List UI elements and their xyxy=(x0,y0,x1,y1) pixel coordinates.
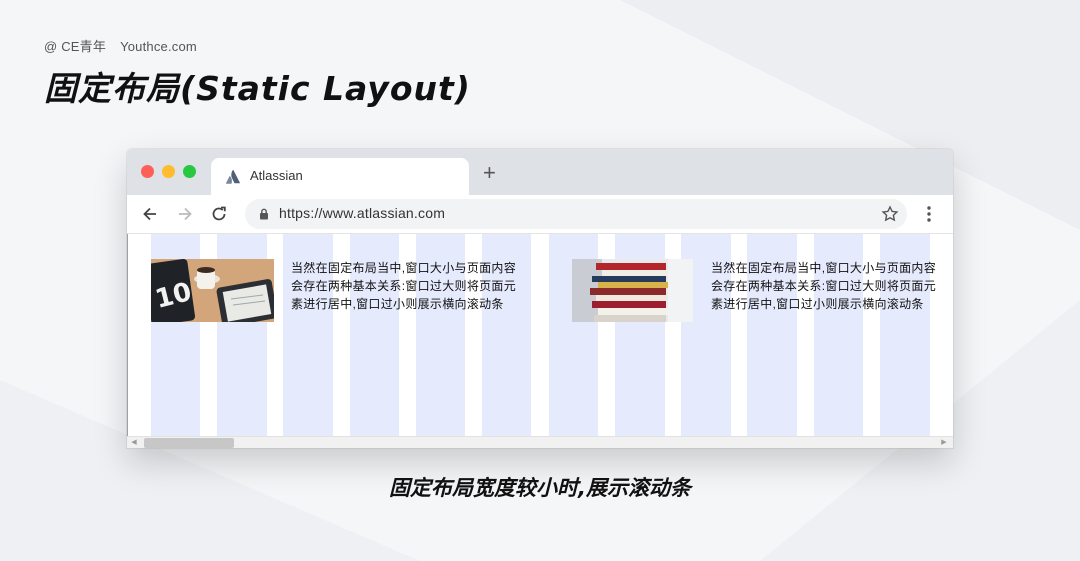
star-icon[interactable] xyxy=(881,205,899,223)
page-title: 固定布局(Static Layout) xyxy=(44,69,471,108)
horizontal-scrollbar[interactable]: ◀ ▶ xyxy=(127,436,953,448)
card-image-books xyxy=(572,259,695,322)
maximize-window-button[interactable] xyxy=(183,165,196,178)
url-text: https://www.atlassian.com xyxy=(279,205,446,221)
minimize-window-button[interactable] xyxy=(162,165,175,178)
card-text-line: 当然在固定布局当中,窗口大小与页面内容 xyxy=(291,261,517,275)
page-viewport: 10 当然在固定布局当中,窗口大小与页面内容 会存在两种基本关系:窗口过大则将页… xyxy=(127,234,953,436)
forward-button[interactable] xyxy=(174,203,196,225)
lock-icon xyxy=(260,208,268,220)
browser-toolbar: https://www.atlassian.com xyxy=(127,195,953,234)
back-arrow-icon xyxy=(143,207,156,221)
atlassian-logo-icon xyxy=(225,169,240,184)
credit-line: @ CE青年 Youthce.com xyxy=(44,36,197,55)
card-text-line: 当然在固定布局当中,窗口大小与页面内容 xyxy=(711,261,937,275)
address-bar[interactable]: https://www.atlassian.com xyxy=(245,199,907,229)
scroll-left-icon[interactable]: ◀ xyxy=(129,438,139,448)
tab-bar: Atlassian + xyxy=(127,149,953,195)
kebab-menu-icon[interactable] xyxy=(919,204,939,224)
tab-title: Atlassian xyxy=(250,168,303,183)
card-text: 当然在固定布局当中,窗口大小与页面内容 会存在两种基本关系:窗口过大则将页面元 … xyxy=(711,259,936,313)
card-text-line: 素进行居中,窗口过小则展示横向滚动条 xyxy=(711,297,924,311)
scrollbar-thumb[interactable] xyxy=(144,438,234,448)
credit-author: @ CE青年 xyxy=(44,39,107,54)
forward-arrow-icon xyxy=(179,207,192,221)
reload-button[interactable] xyxy=(208,203,230,225)
close-window-button[interactable] xyxy=(141,165,154,178)
card-text-line: 会存在两种基本关系:窗口过大则将页面元 xyxy=(711,279,937,293)
card-text: 当然在固定布局当中,窗口大小与页面内容 会存在两种基本关系:窗口过大则将页面元 … xyxy=(291,259,516,313)
card-text-line: 素进行居中,窗口过小则展示横向滚动条 xyxy=(291,297,504,311)
credit-site: Youthce.com xyxy=(120,39,197,54)
viewport-left-edge xyxy=(127,234,128,448)
back-button[interactable] xyxy=(139,203,161,225)
caption: 固定布局宽度较小时,展示滚动条 xyxy=(389,476,691,500)
new-tab-button[interactable]: + xyxy=(483,162,496,184)
tab-atlassian[interactable]: Atlassian xyxy=(211,158,469,195)
scroll-right-icon[interactable]: ▶ xyxy=(939,438,949,448)
card-text-line: 会存在两种基本关系:窗口过大则将页面元 xyxy=(291,279,517,293)
reload-icon xyxy=(212,206,226,221)
browser-window: Atlassian + https://www.atlassian.com 10… xyxy=(127,149,953,448)
card-image-desk: 10 xyxy=(151,259,274,322)
